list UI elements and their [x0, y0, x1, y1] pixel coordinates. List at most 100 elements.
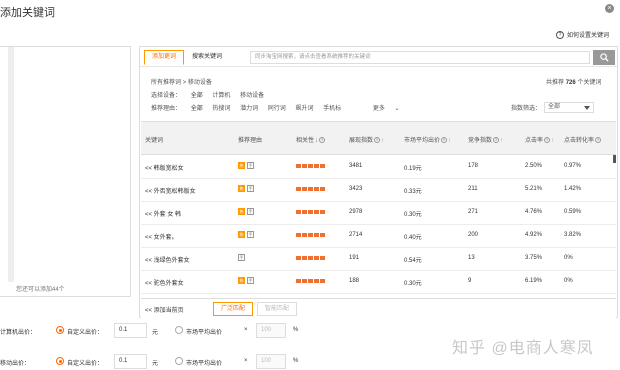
smart-match-button[interactable]: 智能匹配: [257, 302, 297, 316]
ctr-cell: 3.75%: [525, 255, 543, 261]
tab-search[interactable]: 搜索关键词: [192, 50, 222, 65]
pc-bid-input[interactable]: 0.1: [114, 323, 147, 338]
sort-icon: ↑: [551, 138, 555, 144]
pc-percent-sign: %: [293, 327, 299, 333]
pc-custom-label: 自定义出价：: [67, 330, 104, 336]
ctr-cell: 2.50%: [525, 163, 543, 169]
avg-bid-cell: 0.19元: [404, 166, 422, 172]
mobile-badge-icon: 手: [247, 231, 254, 238]
mobile-market-radio[interactable]: [175, 357, 183, 365]
reason-option-potential[interactable]: 潜力词: [240, 106, 258, 112]
avg-bid-cell: 0.40元: [404, 235, 422, 241]
reason-option-hot[interactable]: 热搜词: [212, 106, 230, 112]
relevance-bar: [296, 187, 326, 191]
th-competition[interactable]: 竞争指数? ↑: [468, 135, 503, 144]
th-cvr[interactable]: 点击转化率?: [564, 135, 602, 144]
mobile-badge-icon: 手: [247, 208, 254, 215]
help-link[interactable]: ? 如何设置关键词: [556, 30, 609, 39]
table-footer: << 添加当前页 广泛匹配 智能匹配: [141, 298, 616, 318]
cvr-cell: 3.82%: [564, 232, 582, 238]
pc-percent-input[interactable]: 100: [256, 323, 286, 338]
help-link-label: 如何设置关键词: [567, 33, 610, 39]
pc-market-radio[interactable]: [175, 326, 183, 334]
result-count: 共推荐 726 个关键词: [546, 77, 601, 86]
reason-option-all[interactable]: 全部: [191, 106, 203, 112]
table-row[interactable]: << 女外套。 2714 0.40元 200 4.92% 3.82% 热手: [141, 225, 616, 248]
relevance-bar: [296, 164, 326, 168]
keyword-cell[interactable]: << 驼色外套女: [145, 278, 184, 287]
keyword-cell[interactable]: << 韩版宽松女: [145, 163, 184, 172]
broad-match-button[interactable]: 广泛匹配: [213, 302, 253, 316]
more-filters[interactable]: 更多 ⌄: [373, 106, 408, 112]
th-ctr[interactable]: 点击率? ↑: [525, 135, 554, 144]
left-scrollbar[interactable]: [8, 47, 14, 282]
mobile-custom-radio[interactable]: [56, 357, 64, 365]
sort-down-icon: ↓: [315, 138, 319, 144]
help-icon: ?: [374, 137, 381, 144]
reason-option-peer[interactable]: 同行词: [268, 106, 286, 112]
result-count-prefix: 共推荐: [546, 80, 565, 86]
table-scrollbar[interactable]: [613, 155, 616, 163]
sort-icon: ↑: [448, 138, 452, 144]
dropdown-arrow-icon: [584, 106, 591, 110]
pc-bid-row: 计算机出价： 自定义出价： 0.1 元 市场平均出价 × 100 %: [0, 323, 310, 339]
relevance-bar: [296, 233, 326, 237]
search-button[interactable]: [593, 50, 615, 65]
table-row[interactable]: << 韩版宽松女 3481 0.19元 178 2.50% 0.97% 热手: [141, 156, 616, 179]
device-option-pc[interactable]: 计算机: [212, 93, 230, 99]
close-icon[interactable]: ×: [605, 4, 614, 13]
relevance-bar: [296, 256, 326, 260]
search-input[interactable]: 同步淘宝网搜索，请点击查看系统推荐的关键词: [250, 51, 590, 64]
table-header: 关键词 推荐理由 相关性↓? 展现指数? ↑ 市场平均出价? ↑ 竞争指数? ↑ 点击…: [141, 121, 616, 155]
reason-option-rising[interactable]: 飙升词: [295, 106, 313, 112]
ctr-cell: 6.19%: [525, 278, 543, 284]
pc-bid-unit: 元: [152, 330, 159, 336]
device-filter: 选择设备： 全部 计算机 移动设备: [151, 90, 272, 99]
keyword-cell[interactable]: << 女外套。: [145, 232, 178, 241]
device-option-mobile[interactable]: 移动设备: [240, 93, 264, 99]
th-reason: 推荐理由: [238, 138, 263, 144]
table-row[interactable]: << 驼色外套女 188 0.30元 9 6.19% 0% 热手: [141, 271, 616, 294]
hot-badge-icon: 热: [238, 208, 245, 215]
th-relevance[interactable]: 相关性↓?: [296, 135, 326, 144]
th-keyword: 关键词: [145, 138, 164, 144]
chevron-down-icon: ⌄: [392, 106, 400, 112]
tab-bar: 添加更词 搜索关键词 同步淘宝网搜索，请点击查看系统推荐的关键词: [140, 47, 617, 67]
help-icon: ?: [544, 137, 551, 144]
device-option-all[interactable]: 全部: [191, 93, 203, 99]
avg-bid-cell: 0.30元: [404, 212, 422, 218]
cvr-cell: 1.42%: [564, 186, 582, 192]
mobile-bid-input[interactable]: 0.1: [114, 354, 147, 369]
table-row[interactable]: << 外否宽松韩版女 3423 0.33元 211 5.21% 1.42% 热手: [141, 179, 616, 202]
tab-recommended[interactable]: 添加更词: [144, 50, 184, 65]
impressions-cell: 3481: [349, 163, 363, 169]
metric-filter-select[interactable]: 全部: [544, 102, 595, 113]
th-impressions[interactable]: 展现指数? ↑: [349, 135, 384, 144]
keyword-cell[interactable]: << 浅绿色外套女: [145, 255, 190, 264]
mobile-badge-icon: 手: [247, 162, 254, 169]
sort-icon: ↑: [500, 138, 504, 144]
reason-badges: 热手: [238, 162, 254, 169]
keyword-cell[interactable]: << 外否宽松韩版女: [145, 186, 196, 195]
mobile-percent-input[interactable]: 100: [256, 354, 286, 369]
table-row[interactable]: << 浅绿色外套女 191 0.54元 13 3.75% 0% 手: [141, 248, 616, 271]
reason-badges: 手: [238, 254, 245, 261]
impressions-cell: 191: [349, 255, 360, 261]
mobile-market-label: 市场平均出价: [186, 361, 223, 367]
sort-icon: ↑: [381, 138, 385, 144]
add-current-page-link[interactable]: << 添加当前页: [145, 305, 184, 314]
table-row[interactable]: << 外套 女 韩 2978 0.30元 271 4.76% 0.59% 热手: [141, 202, 616, 225]
ctr-cell: 4.76%: [525, 209, 543, 215]
reason-option-mobile[interactable]: 手机标: [323, 106, 341, 112]
competition-cell: 13: [468, 255, 475, 261]
pc-custom-radio[interactable]: [56, 326, 64, 334]
metric-filter: 指数筛选： 全部: [511, 102, 595, 113]
keyword-cell[interactable]: << 外套 女 韩: [145, 209, 181, 218]
cvr-cell: 0%: [564, 278, 573, 284]
competition-cell: 271: [468, 209, 479, 215]
th-avg-bid[interactable]: 市场平均出价? ↑: [404, 135, 451, 144]
reason-badges: 热手: [238, 208, 254, 215]
reason-badges: 热手: [238, 231, 254, 238]
ctr-cell: 4.92%: [525, 232, 543, 238]
relevance-bar: [296, 210, 326, 214]
